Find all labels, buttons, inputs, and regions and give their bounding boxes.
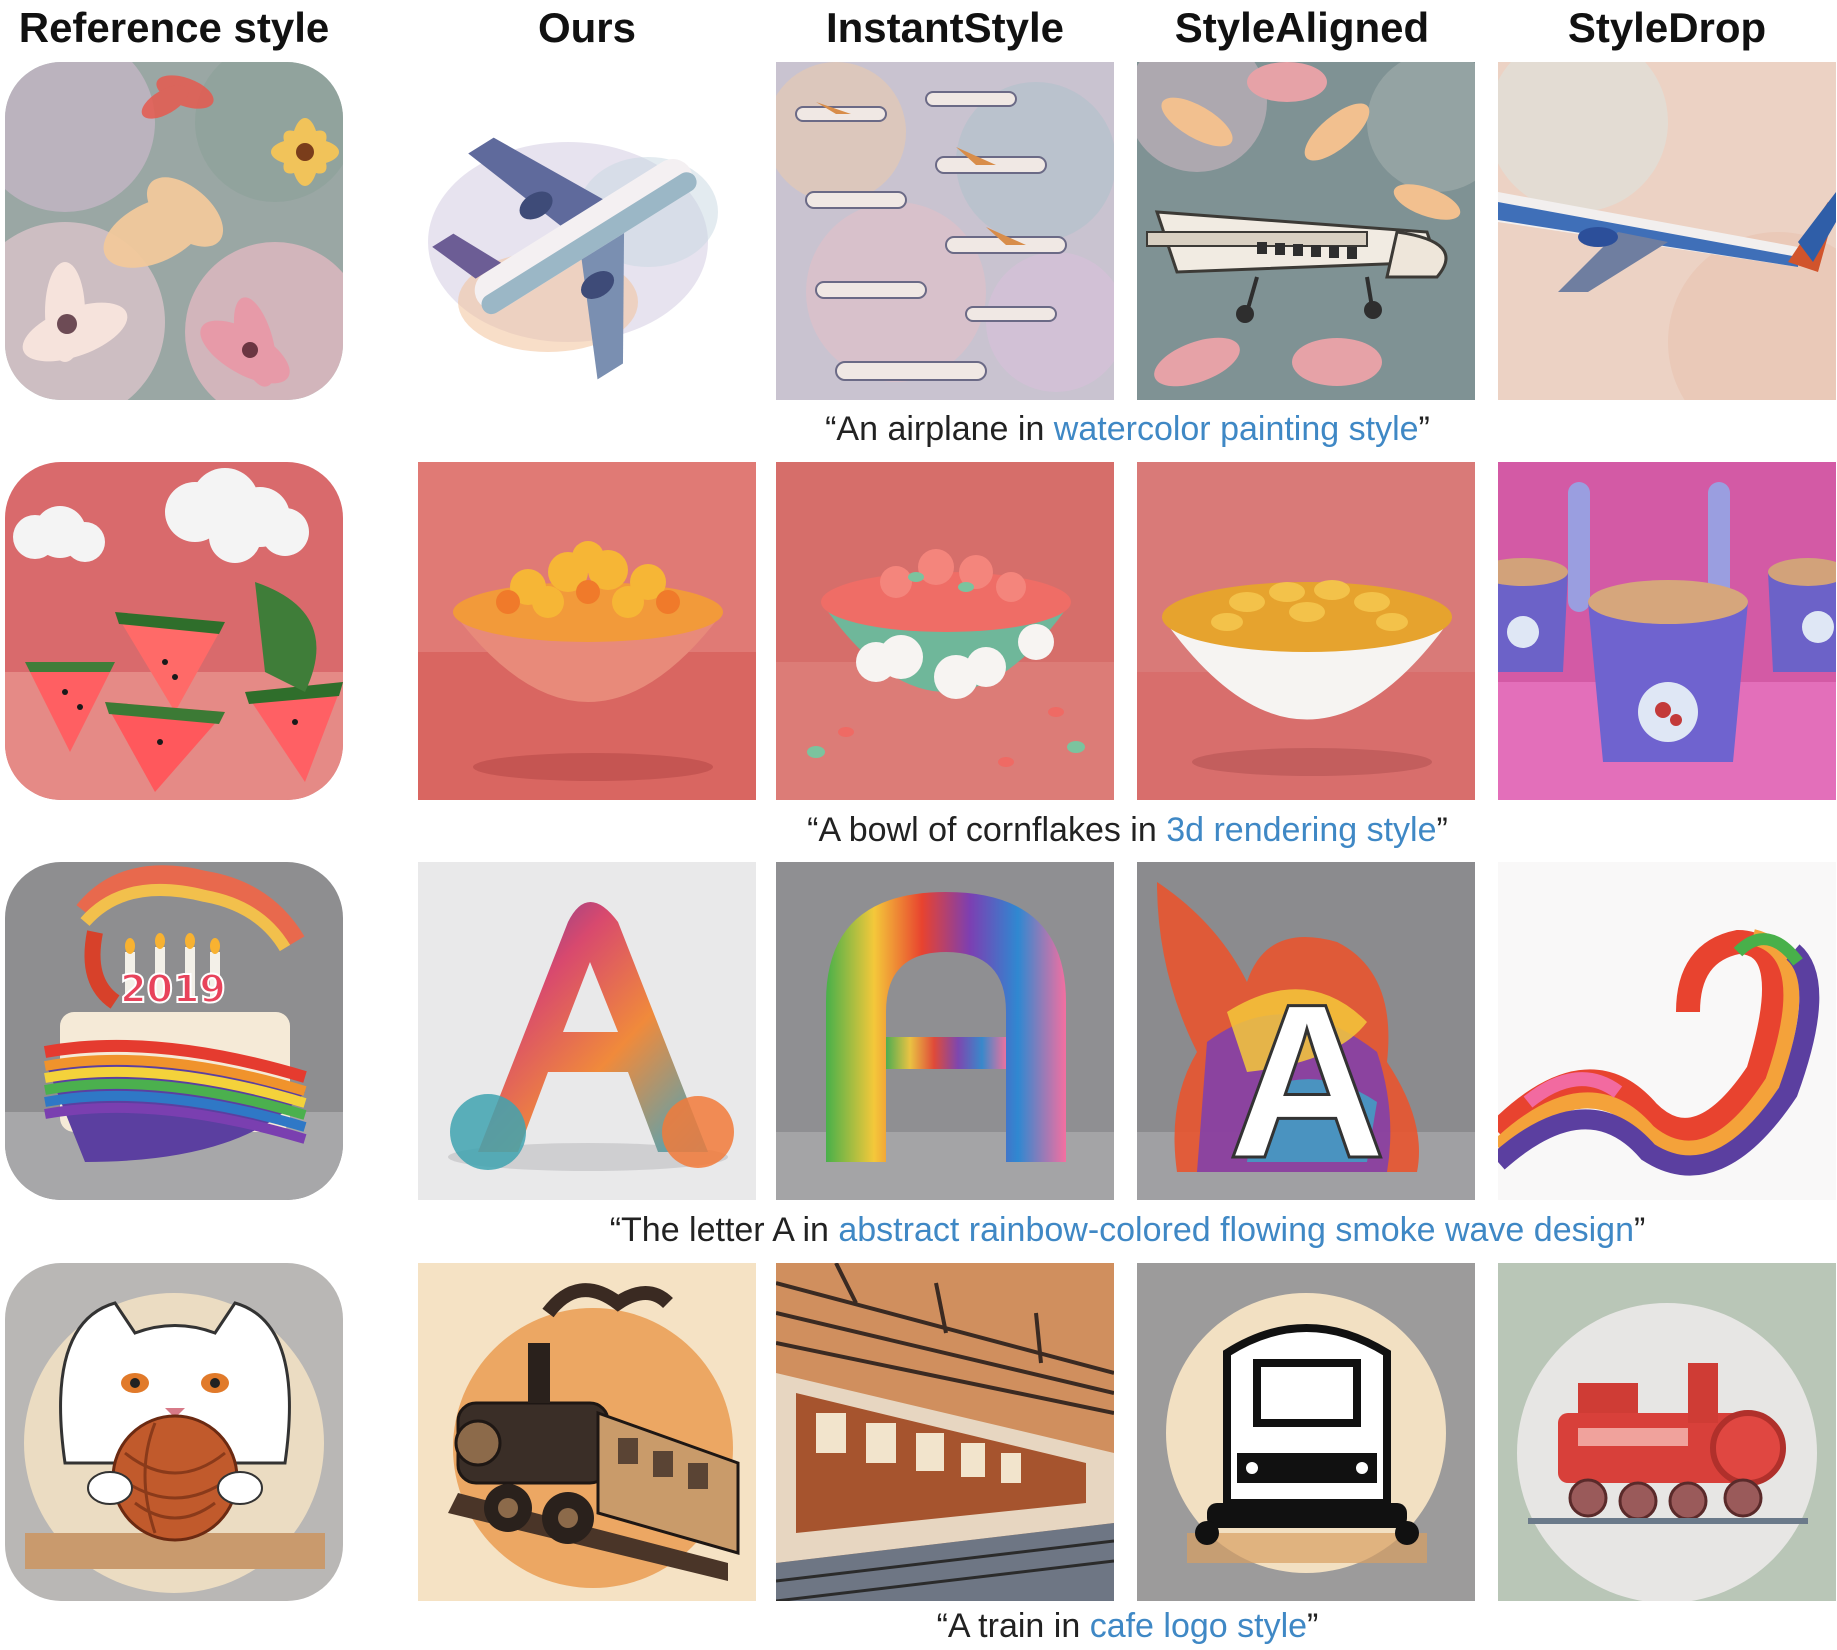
caption-row-1: “An airplane in watercolor painting styl… bbox=[418, 407, 1837, 451]
caption-style-highlight: 3d rendering style bbox=[1166, 811, 1437, 849]
ours-image-airplane bbox=[418, 62, 756, 400]
ours-image-steam-locomotive bbox=[418, 1263, 756, 1601]
reference-image-watermelon-clouds bbox=[5, 462, 343, 800]
reference-image-watercolor-flowers bbox=[5, 62, 343, 400]
caption-row-4: “A train in cafe logo style” bbox=[418, 1604, 1837, 1648]
stylealigned-image-white-letter-a: A bbox=[1137, 862, 1475, 1200]
ours-image-swirly-letter-a: A bbox=[418, 862, 756, 1200]
stylealigned-image-propeller-plane bbox=[1137, 62, 1475, 400]
stylealigned-image-white-bowl bbox=[1137, 462, 1475, 800]
styledrop-image-purple-cups bbox=[1498, 462, 1836, 800]
caption-suffix: ” bbox=[1633, 1211, 1646, 1249]
instantstyle-image-striped-letter-a: A bbox=[776, 862, 1114, 1200]
ours-image-bowl-orange-flakes bbox=[418, 462, 756, 800]
header-stylealigned: StyleAligned bbox=[1174, 4, 1430, 51]
instantstyle-image-train-station bbox=[776, 1263, 1114, 1601]
caption-row-3: “The letter A in abstract rainbow-colore… bbox=[418, 1208, 1837, 1252]
instantstyle-image-cloud-bowl bbox=[776, 462, 1114, 800]
caption-row-2: “A bowl of cornflakes in 3d rendering st… bbox=[418, 808, 1837, 852]
reference-image-rainbow-cake: 2019 bbox=[5, 862, 343, 1200]
styledrop-image-rainbow-ribbon bbox=[1498, 862, 1836, 1200]
caption-suffix: ” bbox=[1418, 410, 1430, 448]
caption-style-highlight: cafe logo style bbox=[1089, 1607, 1308, 1645]
reference-image-cat-yarn-logo bbox=[5, 1263, 343, 1601]
caption-prefix: “An airplane in bbox=[825, 410, 1054, 448]
cake-candle-text: 2019 bbox=[120, 967, 226, 1011]
caption-prefix: “A train in bbox=[936, 1607, 1090, 1645]
header-reference-style: Reference style bbox=[18, 4, 330, 51]
caption-prefix: “A bowl of cornflakes in bbox=[807, 811, 1167, 849]
caption-suffix: ” bbox=[1307, 1607, 1319, 1645]
caption-prefix: “The letter A in bbox=[609, 1211, 839, 1249]
header-styledrop: StyleDrop bbox=[1567, 4, 1767, 51]
header-instantstyle: InstantStyle bbox=[825, 4, 1065, 51]
stylealigned-letter-a: A bbox=[1228, 958, 1387, 1200]
caption-style-highlight: watercolor painting style bbox=[1053, 410, 1419, 448]
styledrop-image-faded-airliner bbox=[1498, 62, 1836, 400]
instantstyle-image-airplanes bbox=[776, 62, 1114, 400]
caption-style-highlight: abstract rainbow-colored flowing smoke w… bbox=[838, 1211, 1634, 1249]
caption-suffix: ” bbox=[1436, 811, 1448, 849]
stylealigned-image-front-train bbox=[1137, 1263, 1475, 1601]
comparison-figure: Reference style Ours InstantStyle StyleA… bbox=[0, 0, 1837, 1650]
header-ours: Ours bbox=[537, 4, 637, 51]
styledrop-image-red-locomotive bbox=[1498, 1263, 1836, 1601]
